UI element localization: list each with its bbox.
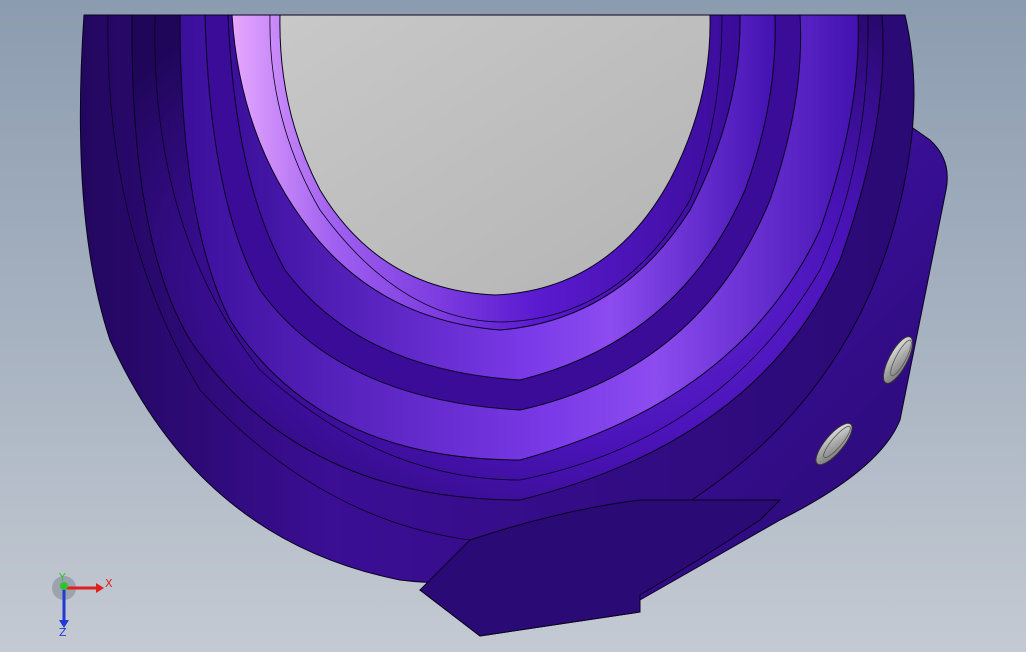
graphics-viewport[interactable]: X Y Z <box>0 0 1026 652</box>
x-axis-arrow <box>96 583 104 593</box>
y-axis-label: Y <box>58 571 66 584</box>
z-axis-label: Z <box>59 626 67 636</box>
x-axis-label: X <box>105 577 113 590</box>
orientation-triad[interactable]: X Y Z <box>48 570 118 636</box>
model-view[interactable] <box>0 0 1026 652</box>
